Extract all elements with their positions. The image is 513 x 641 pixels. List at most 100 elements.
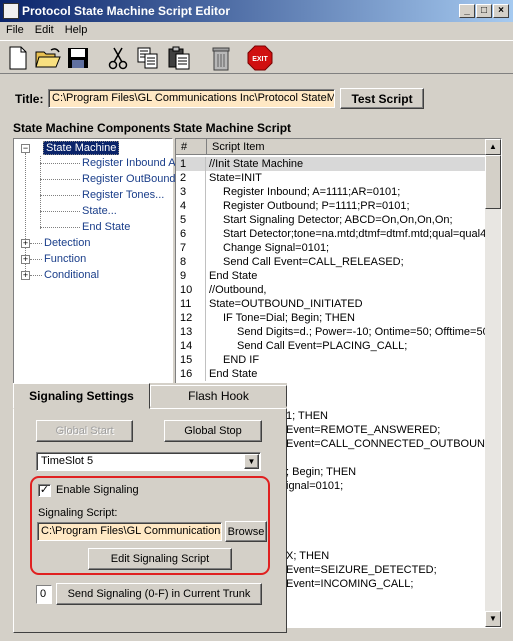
delete-button[interactable] — [207, 44, 235, 72]
row-number: 6 — [176, 227, 206, 241]
tree-collapse-toggle[interactable]: − — [21, 144, 30, 153]
app-icon — [3, 3, 19, 19]
tree-node-register-inbound[interactable]: Register Inbound A — [82, 157, 176, 169]
window-title: Protocol State Machine Script Editor — [22, 4, 231, 18]
edit-signaling-script-button[interactable]: Edit Signaling Script — [88, 548, 232, 570]
tree-node-register-outbound[interactable]: Register OutBound — [82, 173, 176, 185]
scissors-icon — [108, 47, 128, 70]
global-stop-button[interactable]: Global Stop — [164, 420, 262, 442]
row-number: 16 — [176, 367, 206, 381]
grid-vertical-scrollbar[interactable]: ▲ ▼ — [485, 139, 501, 627]
tree-node-conditional[interactable]: Conditional — [44, 269, 99, 281]
scroll-down-arrow[interactable]: ▼ — [485, 611, 501, 627]
exit-label: EXIT — [252, 56, 268, 63]
components-tree[interactable]: − State Machine Register Inbound A Regis… — [13, 138, 176, 391]
table-row[interactable]: 12 IF Tone=Dial; Begin; THEN — [176, 311, 488, 325]
title-row: Title: C:\Program Files\GL Communication… — [0, 82, 513, 116]
row-number: 7 — [176, 241, 206, 255]
minimize-button[interactable]: _ — [459, 4, 475, 18]
table-row[interactable]: 8 Send Call Event=CALL_RELEASED; — [176, 255, 488, 269]
row-number: 4 — [176, 199, 206, 213]
close-button[interactable]: × — [493, 4, 509, 18]
script-item: 1; THEN — [286, 410, 328, 422]
cut-button[interactable] — [104, 44, 132, 72]
tree-expand-toggle[interactable]: + — [21, 239, 30, 248]
exit-button[interactable]: EXIT — [246, 44, 274, 72]
grid-col-item: Script Item — [212, 141, 265, 153]
maximize-button[interactable]: □ — [476, 4, 492, 18]
script-item: //Init State Machine — [209, 158, 304, 170]
script-item: Event=SEIZURE_DETECTED; — [286, 564, 437, 576]
chevron-down-icon[interactable]: ▼ — [244, 454, 259, 469]
title-input[interactable]: C:\Program Files\GL Communications Inc\P… — [48, 89, 335, 108]
script-item: Start Signaling Detector; ABCD=On,On,On,… — [223, 214, 453, 226]
tab-content: Global Start Global Stop TimeSlot 5 ▼ ✓ … — [13, 408, 287, 633]
trash-can-icon — [212, 47, 230, 71]
timeslot-value: TimeSlot 5 — [41, 455, 94, 467]
row-number: 11 — [176, 297, 206, 311]
copy-icon — [137, 47, 158, 69]
toolbar: EXIT — [0, 40, 513, 74]
signal-value-input[interactable]: 0 — [36, 585, 52, 604]
components-header: State Machine Components — [13, 121, 171, 135]
table-row[interactable]: 2 State=INIT — [176, 171, 488, 185]
menu-help[interactable]: Help — [59, 22, 93, 36]
exit-stop-icon: EXIT — [247, 45, 273, 71]
title-label: Title: — [15, 92, 44, 106]
table-row[interactable]: 14 Send Call Event=PLACING_CALL; — [176, 339, 488, 353]
scroll-thumb[interactable] — [485, 155, 501, 209]
script-item: X; THEN — [286, 550, 330, 562]
tree-node-state-machine[interactable]: State Machine — [43, 141, 120, 155]
new-file-button[interactable] — [4, 44, 32, 72]
table-row[interactable]: 15 END IF — [176, 353, 488, 367]
browse-button[interactable]: Browse — [225, 521, 267, 542]
save-button[interactable] — [64, 44, 92, 72]
signaling-script-input[interactable]: C:\Program Files\GL Communications — [37, 522, 222, 541]
tab-signaling-settings[interactable]: Signaling Settings — [13, 383, 150, 409]
row-number: 3 — [176, 185, 206, 199]
tree-node-function[interactable]: Function — [44, 253, 86, 265]
table-row[interactable]: 1//Init State Machine — [176, 157, 488, 171]
table-row[interactable]: 16 End State — [176, 367, 488, 381]
script-item: Event=INCOMING_CALL; — [286, 578, 414, 590]
menu-edit[interactable]: Edit — [29, 22, 59, 36]
row-number: 2 — [176, 171, 206, 185]
signaling-highlight-box: ✓ Enable Signaling Signaling Script: C:\… — [30, 476, 270, 575]
script-item: Event=REMOTE_ANSWERED; — [286, 424, 441, 436]
table-row[interactable]: 5 Start Signaling Detector; ABCD=On,On,On… — [176, 213, 488, 227]
global-start-button[interactable]: Global Start — [36, 420, 133, 442]
timeslot-select[interactable]: TimeSlot 5 ▼ — [36, 452, 261, 471]
send-signaling-button[interactable]: Send Signaling (0-F) in Current Trunk — [56, 583, 262, 605]
tree-expand-toggle[interactable]: + — [21, 255, 30, 264]
script-header: State Machine Script — [173, 121, 292, 135]
table-row[interactable]: 10//Outbound, — [176, 283, 488, 297]
tree-node-detection[interactable]: Detection — [44, 237, 90, 249]
table-row[interactable]: 6 Start Detector;tone=na.mtd;dtmf=dtmf.mt… — [176, 227, 488, 241]
scroll-up-arrow[interactable]: ▲ — [485, 139, 501, 155]
row-number: 9 — [176, 269, 206, 283]
table-row[interactable]: 7 Change Signal=0101; — [176, 241, 488, 255]
table-row[interactable]: 11 State=OUTBOUND_INITIATED — [176, 297, 488, 311]
menu-file[interactable]: File — [0, 22, 29, 36]
new-file-icon — [9, 46, 27, 70]
test-script-button[interactable]: Test Script — [340, 88, 424, 109]
tree-node-end-state[interactable]: End State — [82, 221, 130, 233]
row-number: 15 — [176, 353, 206, 367]
tree-expand-toggle[interactable]: + — [21, 271, 30, 280]
table-row[interactable]: 4 Register Outbound; P=1111;PR=0101; — [176, 199, 488, 213]
enable-signaling-checkbox[interactable]: ✓ — [38, 484, 51, 497]
open-file-button[interactable] — [34, 44, 62, 72]
table-row[interactable]: 3 Register Inbound; A=1111;AR=0101; — [176, 185, 488, 199]
copy-button[interactable] — [134, 44, 162, 72]
row-number: 13 — [176, 325, 206, 339]
open-folder-icon — [35, 48, 61, 68]
tab-flash-hook[interactable]: Flash Hook — [150, 385, 287, 407]
row-number: 12 — [176, 311, 206, 325]
table-row[interactable]: 13 Send Digits=d.; Power=-10; Ontime=50; … — [176, 325, 488, 339]
table-row[interactable]: 9 End State — [176, 269, 488, 283]
row-number: 8 — [176, 255, 206, 269]
tree-node-register-tones[interactable]: Register Tones... — [82, 189, 164, 201]
paste-button[interactable] — [165, 44, 193, 72]
tree-node-state[interactable]: State... — [82, 205, 117, 217]
enable-signaling-label: Enable Signaling — [56, 484, 139, 496]
